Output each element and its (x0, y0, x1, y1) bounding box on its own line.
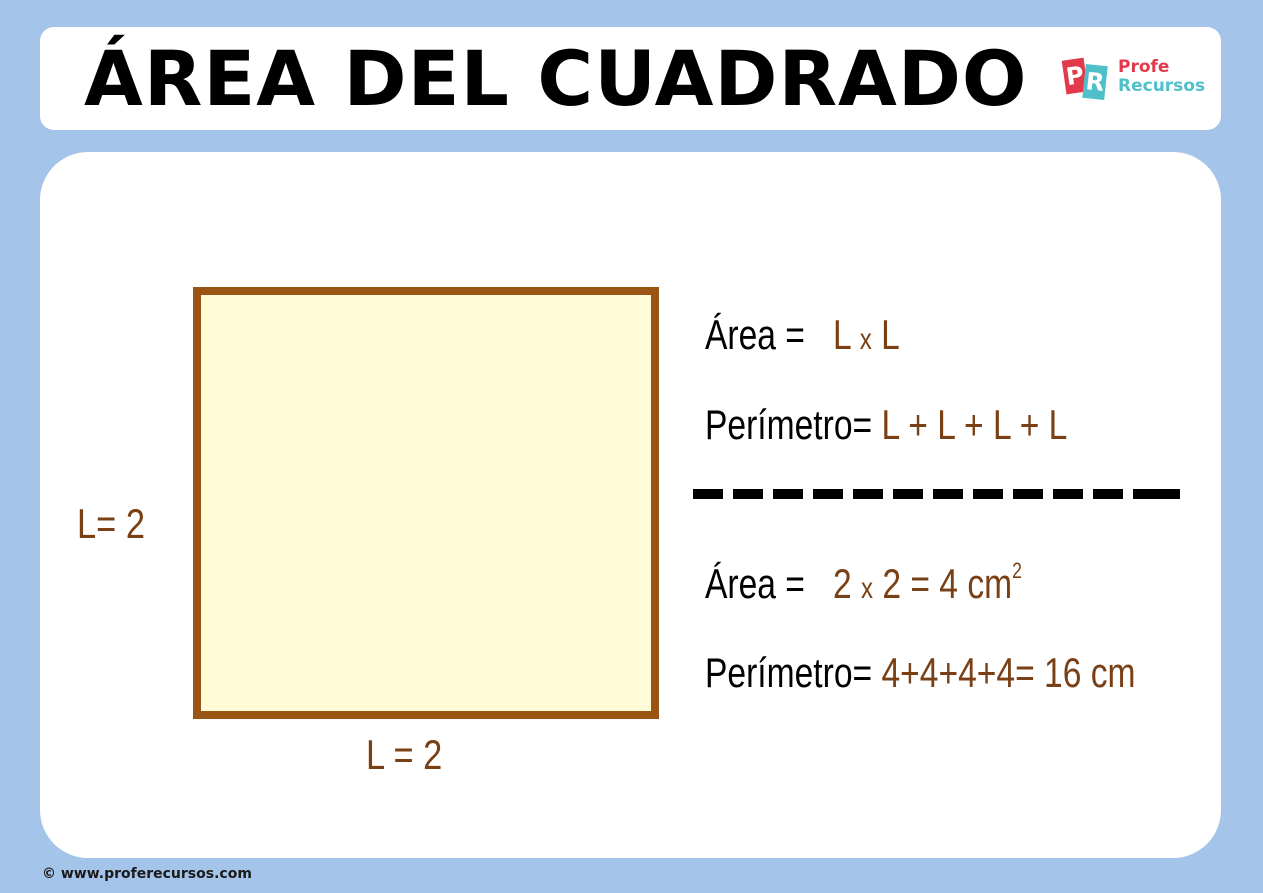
area-example-x: x (860, 572, 873, 605)
profe-recursos-logo[interactable]: P R Profe Recursos (1061, 57, 1224, 103)
perimeter-example-label: Perímetro= (705, 649, 873, 696)
area-example-label: Área = (705, 560, 805, 607)
divider-dash (893, 489, 923, 499)
area-example-rest: 2 = 4 cm (882, 560, 1013, 607)
area-formula-label: Área = (705, 311, 805, 358)
area-formula: Área = L x L (705, 314, 900, 356)
divider-dash (1013, 489, 1043, 499)
divider-dash (1133, 489, 1163, 499)
area-formula-a: L (832, 311, 851, 358)
area-example: Área = 2 x 2 = 4 cm2 (705, 560, 1022, 605)
footer-credit: © www.proferecursos.com (42, 866, 252, 882)
area-formula-x: x (859, 323, 872, 356)
perimeter-example-expr: 4+4+4+4= 16 cm (881, 649, 1136, 696)
logo-text-recursos: Recursos (1118, 76, 1206, 96)
divider-dash (1160, 489, 1180, 499)
square-figure (193, 287, 659, 719)
divider-dash (773, 489, 803, 499)
header-bar: ÁREA DEL CUADRADO P R Profe Recursos (40, 27, 1221, 130)
area-formula-b: L (881, 311, 900, 358)
divider-dash (1053, 489, 1083, 499)
side-bottom-label: L = 2 (366, 731, 443, 778)
perimeter-formula-label: Perímetro= (705, 401, 873, 448)
divider-dash (853, 489, 883, 499)
divider-dash (733, 489, 763, 499)
divider-dash (813, 489, 843, 499)
perimeter-formula-expr: L + L + L + L (881, 401, 1068, 448)
divider-dash (1093, 489, 1123, 499)
divider-dash (933, 489, 963, 499)
perimeter-example: Perímetro= 4+4+4+4= 16 cm (705, 652, 1136, 694)
divider-dash (973, 489, 1003, 499)
page-title: ÁREA DEL CUADRADO (84, 34, 1028, 123)
area-example-exponent: 2 (1012, 558, 1022, 583)
perimeter-formula: Perímetro= L + L + L + L (705, 404, 1067, 446)
area-example-a: 2 (832, 560, 852, 607)
divider-dash (693, 489, 723, 499)
side-left-label: L= 2 (77, 500, 145, 547)
logo-r-icon: R (1082, 63, 1108, 101)
